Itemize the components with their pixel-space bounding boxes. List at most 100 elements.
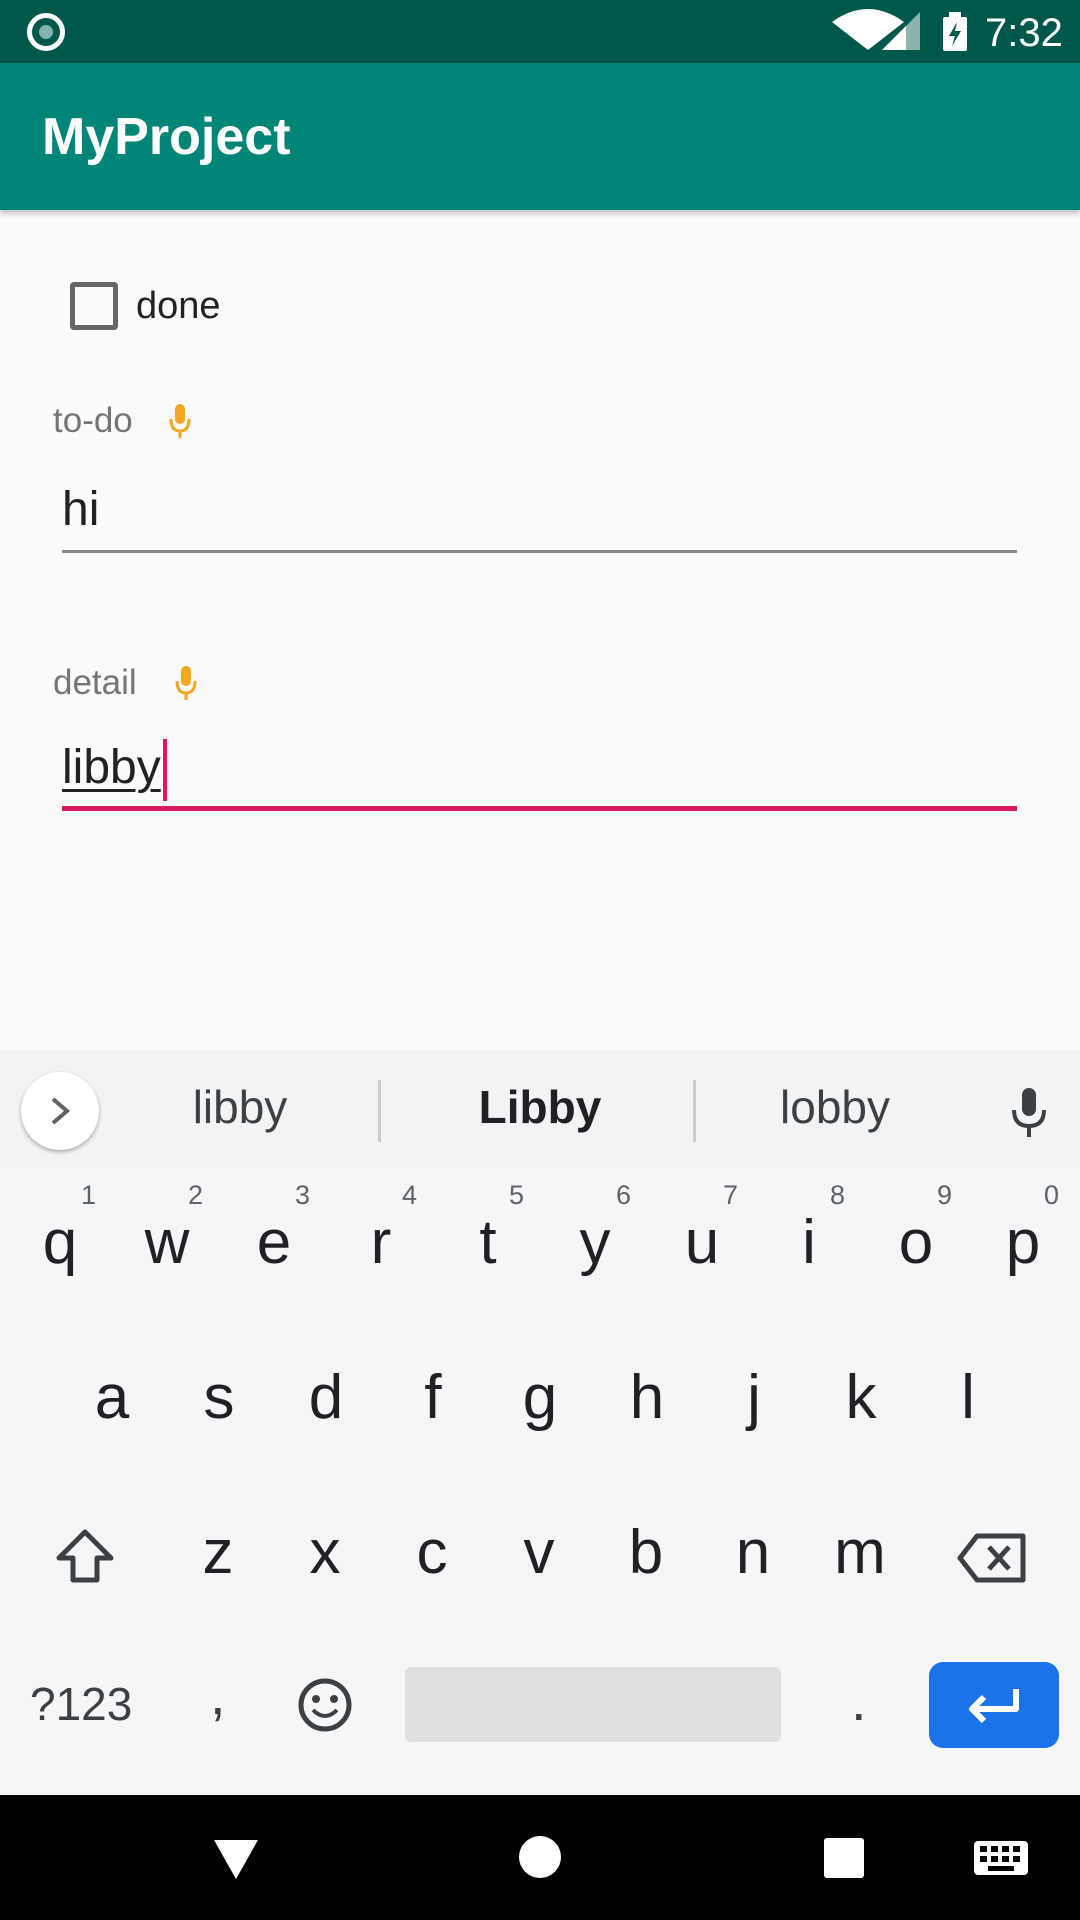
key-h[interactable]: h xyxy=(597,1335,697,1465)
key-c[interactable]: c xyxy=(382,1490,482,1620)
shift-icon[interactable] xyxy=(55,1528,115,1584)
key-y[interactable]: y6 xyxy=(545,1180,645,1310)
detail-label: detail xyxy=(53,663,137,702)
key-label: r xyxy=(370,1208,392,1277)
key-label: e xyxy=(256,1208,292,1277)
key-label: n xyxy=(735,1518,771,1587)
key-v[interactable]: v xyxy=(489,1490,589,1620)
todo-field[interactable]: hi xyxy=(62,475,1017,553)
key-hint: 2 xyxy=(187,1180,203,1210)
detail-input-text: libby xyxy=(62,741,161,794)
key-l[interactable]: l xyxy=(918,1335,1018,1465)
detail-field[interactable]: libby xyxy=(62,733,1017,811)
battery-charging-icon xyxy=(943,12,967,51)
todo-underline xyxy=(62,550,1017,553)
key-label: i xyxy=(802,1208,816,1277)
key-label: b xyxy=(628,1518,664,1587)
nav-buttons xyxy=(214,1836,1028,1879)
key-label: w xyxy=(144,1208,190,1277)
key-label: k xyxy=(845,1363,877,1432)
key-label: m xyxy=(834,1518,886,1587)
key-hint: 9 xyxy=(936,1180,952,1210)
key-s[interactable]: s xyxy=(169,1335,269,1465)
key-label: u xyxy=(684,1208,720,1277)
mic-icon[interactable] xyxy=(169,404,191,440)
app-bar: MyProject xyxy=(0,63,1080,210)
key-a[interactable]: a xyxy=(62,1335,162,1465)
emoji-icon[interactable] xyxy=(297,1677,353,1733)
key-label: v xyxy=(523,1518,555,1587)
key-i[interactable]: i8 xyxy=(759,1180,859,1310)
app-title: MyProject xyxy=(42,108,291,166)
home-circle-icon xyxy=(519,1836,561,1878)
done-checkbox-row[interactable]: done xyxy=(70,278,221,334)
key-r[interactable]: r4 xyxy=(331,1180,431,1310)
key-label: x xyxy=(309,1518,341,1587)
key-t[interactable]: t5 xyxy=(438,1180,538,1310)
suggestion-3[interactable]: lobby xyxy=(735,1072,935,1142)
key-label: j xyxy=(747,1363,761,1432)
key-label: g xyxy=(522,1363,558,1432)
mic-icon[interactable] xyxy=(175,666,197,702)
key-b[interactable]: b xyxy=(596,1490,696,1620)
key-label: t xyxy=(479,1208,497,1277)
key-hint: 6 xyxy=(615,1180,631,1210)
key-label: y xyxy=(579,1208,611,1277)
key-j[interactable]: j xyxy=(704,1335,804,1465)
key-o[interactable]: o9 xyxy=(866,1180,966,1310)
key-z[interactable]: z xyxy=(168,1490,268,1620)
key-m[interactable]: m xyxy=(810,1490,910,1620)
key-d[interactable]: d xyxy=(276,1335,376,1465)
key-n[interactable]: n xyxy=(703,1490,803,1620)
expand-toolbar-button[interactable] xyxy=(21,1072,99,1150)
backspace-icon[interactable] xyxy=(957,1533,1027,1583)
symbols-key[interactable]: ?123 xyxy=(30,1677,132,1731)
suggestion-divider xyxy=(378,1080,381,1142)
key-hint: 8 xyxy=(829,1180,845,1210)
key-hint: 0 xyxy=(1043,1180,1059,1210)
key-label: q xyxy=(42,1208,78,1277)
suggestion-1[interactable]: libby xyxy=(140,1072,340,1142)
mic-icon[interactable] xyxy=(1009,1088,1049,1138)
status-bar: 7:32 xyxy=(0,0,1080,63)
key-q[interactable]: q1 xyxy=(10,1180,110,1310)
suggestion-bar: libby Libby lobby xyxy=(0,1050,1080,1168)
key-g[interactable]: g xyxy=(490,1335,590,1465)
period-key[interactable]: . xyxy=(851,1668,867,1733)
back-triangle-icon xyxy=(214,1840,258,1879)
key-label: d xyxy=(308,1363,344,1432)
todo-label: to-do xyxy=(53,401,133,440)
key-label: s xyxy=(203,1363,235,1432)
key-p[interactable]: p0 xyxy=(973,1180,1073,1310)
key-label: h xyxy=(629,1363,665,1432)
detail-input[interactable]: libby xyxy=(62,733,1017,803)
suggestion-2[interactable]: Libby xyxy=(420,1072,660,1142)
key-label: z xyxy=(202,1518,234,1587)
key-label: p xyxy=(1005,1208,1041,1277)
key-f[interactable]: f xyxy=(383,1335,483,1465)
enter-icon xyxy=(969,1689,1019,1724)
keyboard-icon xyxy=(974,1841,1028,1875)
key-k[interactable]: k xyxy=(811,1335,911,1465)
key-hint: 7 xyxy=(722,1180,738,1210)
key-hint: 5 xyxy=(508,1180,524,1210)
status-time: 7:32 xyxy=(985,11,1063,55)
done-checkbox-label: done xyxy=(136,284,221,327)
todo-input[interactable]: hi xyxy=(62,475,1017,545)
status-icons xyxy=(832,9,967,51)
enter-key[interactable] xyxy=(929,1662,1059,1748)
done-checkbox[interactable] xyxy=(70,282,118,330)
key-label: f xyxy=(424,1363,442,1432)
key-label: a xyxy=(94,1363,130,1432)
key-hint: 4 xyxy=(401,1180,417,1210)
key-w[interactable]: w2 xyxy=(117,1180,217,1310)
key-e[interactable]: e3 xyxy=(224,1180,324,1310)
key-label: c xyxy=(416,1518,448,1587)
key-u[interactable]: u7 xyxy=(652,1180,752,1310)
comma-key[interactable]: , xyxy=(210,1662,226,1727)
space-key[interactable] xyxy=(405,1667,781,1742)
key-label: o xyxy=(898,1208,934,1277)
suggestion-divider xyxy=(693,1080,696,1142)
detail-underline-focused xyxy=(62,806,1017,811)
key-x[interactable]: x xyxy=(275,1490,375,1620)
